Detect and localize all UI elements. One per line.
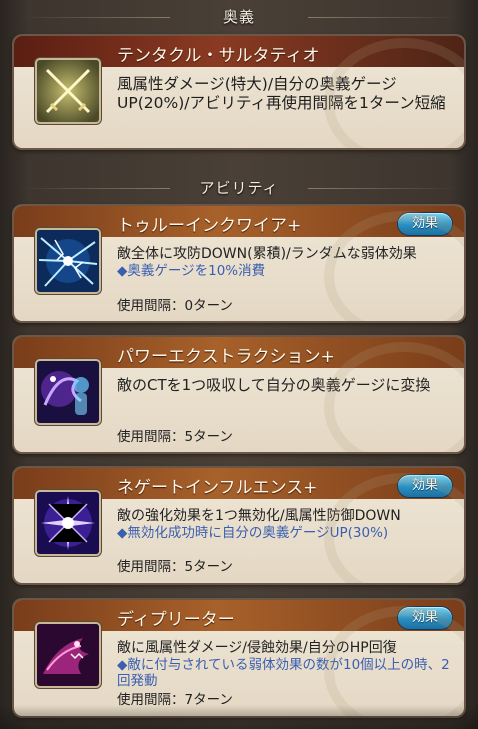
- ability-card: パワーエクストラクション+ 敵のCTを1つ吸収して自分の奥義ゲージに変換 使用間…: [14, 337, 464, 452]
- ability-sub-note: ◆奥義ゲージを10%消費: [117, 263, 266, 279]
- ougi-card: テンタクル・サルタティオ 風属性ダメージ(特大)/自分の奥義ゲージUP(20%)…: [14, 36, 464, 148]
- lightning-web-icon: [37, 230, 99, 292]
- ability-description: 敵に風属性ダメージ/侵蝕効果/自分のHP回復 ◆敵に付与されている弱体効果の数が…: [117, 640, 450, 689]
- effect-button[interactable]: 効果: [398, 475, 452, 497]
- ability-card: トゥルーインクワイア+ 効果 敵全体に攻防DOWN(累積)/ランダムな弱体効果 …: [14, 206, 464, 321]
- ability-cooldown: 使用間隔：5ターン: [117, 429, 233, 445]
- ability-cooldown: 使用間隔：0ターン: [117, 298, 233, 314]
- ability-effect-text: 敵の強化効果を1つ無効化/風属性防御DOWN: [117, 508, 401, 524]
- ability-sub-note: ◆無効化成功時に自分の奥義ゲージUP(30%): [117, 525, 389, 541]
- ability-cooldown: 使用間隔：5ターン: [117, 559, 233, 575]
- ability-section-title: アビリティ: [0, 177, 478, 198]
- effect-button[interactable]: 効果: [398, 213, 452, 235]
- ability-effect-text: 敵に風属性ダメージ/侵蝕効果/自分のHP回復: [117, 640, 397, 656]
- ability-card: ネゲートインフルエンス+ 効果 敵の強化効果を1つ無効化/風属性防御DOWN ◆…: [14, 468, 464, 583]
- ability-description: 敵のCTを1つ吸収して自分の奥義ゲージに変換: [117, 376, 431, 394]
- ability-name: パワーエクストラクション+: [117, 347, 335, 367]
- ability-name: ディプリーター: [117, 610, 235, 630]
- ougi-section-title: 奥義: [0, 6, 478, 27]
- ability-description: 敵の強化効果を1つ無効化/風属性防御DOWN ◆無効化成功時に自分の奥義ゲージU…: [117, 508, 450, 541]
- ability-name: ネゲートインフルエンス+: [117, 478, 318, 498]
- energy-absorb-icon: [37, 361, 99, 423]
- ability-card: ディプリーター 効果 敵に風属性ダメージ/侵蝕効果/自分のHP回復 ◆敵に付与さ…: [14, 600, 464, 716]
- bottom-fade: [0, 705, 478, 729]
- ability-sub-note: ◆敵に付与されている弱体効果の数が10個以上の時、2回発動: [117, 657, 450, 689]
- ability-description: 敵全体に攻防DOWN(累積)/ランダムな弱体効果 ◆奥義ゲージを10%消費: [117, 246, 450, 279]
- ougi-description: 風属性ダメージ(特大)/自分の奥義ゲージUP(20%)/アビリティ再使用間隔を1…: [117, 75, 446, 112]
- ability-name: トゥルーインクワイア+: [117, 216, 302, 236]
- effect-button[interactable]: 効果: [398, 607, 452, 629]
- crossed-swords-icon: [37, 60, 99, 122]
- ability-effect-text: 敵全体に攻防DOWN(累積)/ランダムな弱体効果: [117, 246, 417, 262]
- starburst-icon: [37, 492, 99, 554]
- ougi-name: テンタクル・サルタティオ: [117, 46, 320, 66]
- tentacle-beast-icon: [37, 624, 99, 686]
